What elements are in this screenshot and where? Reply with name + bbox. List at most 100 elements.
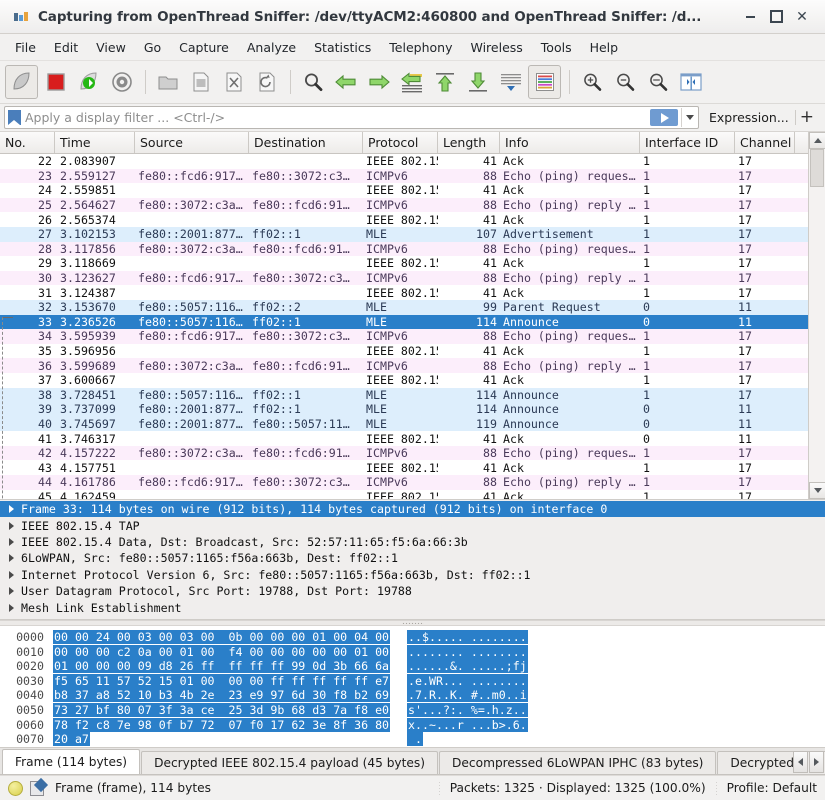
menu-tools[interactable]: Tools (532, 37, 581, 58)
packet-detail-row[interactable]: Internet Protocol Version 6, Src: fe80::… (0, 567, 825, 583)
save-file-button[interactable] (185, 66, 216, 98)
hex-dump-row[interactable]: 000000 00 24 00 03 00 03 00 0b 00 00 00 … (0, 630, 825, 645)
menu-wireless[interactable]: Wireless (461, 37, 531, 58)
minimize-button[interactable] (737, 6, 763, 28)
go-to-packet-button[interactable] (396, 66, 427, 98)
scroll-down-button[interactable] (809, 482, 825, 499)
packet-list-row[interactable]: 333.236526fe80::5057:116…ff02::1MLE114An… (0, 315, 825, 330)
menu-statistics[interactable]: Statistics (305, 37, 380, 58)
column-header-source[interactable]: Source (135, 132, 249, 153)
packet-list-row[interactable]: 303.123627fe80::fcd6:917…fe80::3072:c3…I… (0, 271, 825, 286)
hex-dump-row[interactable]: 001000 00 00 c2 0a 00 01 00 f4 00 00 00 … (0, 645, 825, 660)
zoom-in-button[interactable] (576, 66, 607, 98)
expand-triangle-icon[interactable] (9, 604, 14, 612)
resize-columns-button[interactable] (675, 66, 706, 98)
bytes-tab[interactable]: Decompressed 6LoWPAN IPHC (83 bytes) (439, 751, 716, 774)
packet-list-row[interactable]: 363.599689fe80::3072:c3a…fe80::fcd6:91…I… (0, 358, 825, 373)
open-file-button[interactable] (152, 66, 183, 98)
filter-history-dropdown[interactable] (681, 108, 698, 127)
menu-edit[interactable]: Edit (45, 37, 87, 58)
packet-list-row[interactable]: 313.124387IEEE 802.15.441Ack117 (0, 285, 825, 300)
maximize-button[interactable] (763, 6, 789, 28)
packet-list-row[interactable]: 413.746317IEEE 802.15.441Ack011 (0, 431, 825, 446)
packet-list-row[interactable]: 242.559851IEEE 802.15.441Ack117 (0, 183, 825, 198)
reload-file-button[interactable] (251, 66, 282, 98)
packet-list-row[interactable]: 283.117856fe80::3072:c3a…fe80::fcd6:91…I… (0, 242, 825, 257)
packet-list-row[interactable]: 252.564627fe80::3072:c3a…fe80::fcd6:91…I… (0, 198, 825, 213)
apply-filter-button[interactable] (650, 109, 678, 126)
column-header-interface-id[interactable]: Interface ID (640, 132, 735, 153)
packet-list-row[interactable]: 273.102153fe80::2001:877…ff02::1MLE107Ad… (0, 227, 825, 242)
close-button[interactable]: ✕ (789, 6, 815, 28)
packet-list-row[interactable]: 383.728451fe80::5057:116…ff02::1MLE114An… (0, 388, 825, 403)
tab-scroll-right-button[interactable] (809, 751, 824, 773)
restart-capture-button[interactable] (73, 66, 104, 98)
menu-help[interactable]: Help (581, 37, 628, 58)
packet-detail-row[interactable]: IEEE 802.15.4 TAP (0, 517, 825, 533)
packet-list-row[interactable]: 353.596956IEEE 802.15.441Ack117 (0, 344, 825, 359)
expand-triangle-icon[interactable] (9, 538, 14, 546)
packet-list-row[interactable]: 393.737099fe80::2001:877…ff02::1MLE114An… (0, 402, 825, 417)
bytes-tab[interactable]: Decrypted IEEE 802.15.4 payload (45 byte… (141, 751, 438, 774)
menu-capture[interactable]: Capture (170, 37, 238, 58)
stop-capture-button[interactable] (40, 66, 71, 98)
packet-list-row[interactable]: 293.118669IEEE 802.15.441Ack117 (0, 256, 825, 271)
packet-list-row[interactable]: 323.153670fe80::5057:116…ff02::2MLE99Par… (0, 300, 825, 315)
expand-triangle-icon[interactable] (9, 554, 14, 562)
packet-detail-row[interactable]: User Datagram Protocol, Src Port: 19788,… (0, 583, 825, 599)
close-file-button[interactable] (218, 66, 249, 98)
packet-list-row[interactable]: 232.559127fe80::fcd6:917…fe80::3072:c3…I… (0, 169, 825, 184)
colorize-packets-button[interactable] (528, 65, 561, 99)
packet-list-row[interactable]: 343.595939fe80::fcd6:917…fe80::3072:c3…I… (0, 329, 825, 344)
column-header-info[interactable]: Info (500, 132, 640, 153)
packet-list-row[interactable]: 262.565374IEEE 802.15.441Ack117 (0, 212, 825, 227)
menu-go[interactable]: Go (135, 37, 170, 58)
zoom-reset-button[interactable] (642, 66, 673, 98)
packet-list-row[interactable]: 403.745697fe80::2001:877…fe80::5057:11…M… (0, 417, 825, 432)
packet-list-row[interactable]: 434.157751IEEE 802.15.441Ack117 (0, 460, 825, 475)
hex-dump-row[interactable]: 007020 a7 . (0, 732, 825, 747)
scroll-up-button[interactable] (809, 132, 825, 149)
capture-file-properties-icon[interactable] (30, 781, 44, 796)
packet-detail-row[interactable]: Mesh Link Establishment (0, 599, 825, 615)
go-back-button[interactable] (330, 66, 361, 98)
start-capture-button[interactable] (5, 65, 38, 99)
display-filter-box[interactable] (4, 106, 699, 129)
packet-list-row[interactable]: 222.083907IEEE 802.15.441Ack117 (0, 154, 825, 169)
auto-scroll-button[interactable] (495, 66, 526, 98)
column-header-time[interactable]: Time (55, 132, 135, 153)
tab-scroll-left-button[interactable] (793, 751, 808, 773)
packet-list-row[interactable]: 424.157222fe80::3072:c3a…fe80::fcd6:91…I… (0, 446, 825, 461)
scrollbar-track[interactable] (809, 149, 825, 482)
menu-telephony[interactable]: Telephony (380, 37, 461, 58)
column-header-destination[interactable]: Destination (249, 132, 363, 153)
packet-detail-row[interactable]: Frame 33: 114 bytes on wire (912 bits), … (0, 501, 825, 517)
column-header-length[interactable]: Length (438, 132, 500, 153)
capture-options-button[interactable] (106, 66, 137, 98)
packet-list-row[interactable]: 373.600667IEEE 802.15.441Ack117 (0, 373, 825, 388)
hex-dump-row[interactable]: 0040b8 37 a8 52 10 b3 4b 2e 23 e9 97 6d … (0, 688, 825, 703)
column-header-protocol[interactable]: Protocol (363, 132, 438, 153)
go-forward-button[interactable] (363, 66, 394, 98)
zoom-out-button[interactable] (609, 66, 640, 98)
packet-detail-row[interactable]: IEEE 802.15.4 Data, Dst: Broadcast, Src:… (0, 534, 825, 550)
find-packet-button[interactable] (297, 66, 328, 98)
filter-bookmark-icon[interactable] (8, 110, 21, 125)
bytes-tab[interactable]: Frame (114 bytes) (2, 749, 140, 774)
go-to-last-packet-button[interactable] (462, 66, 493, 98)
go-to-first-packet-button[interactable] (429, 66, 460, 98)
column-header-channel[interactable]: Channel (735, 132, 795, 153)
packet-list-row[interactable]: 444.161786fe80::fcd6:917…fe80::3072:c3…I… (0, 475, 825, 490)
expand-triangle-icon[interactable] (9, 571, 14, 579)
expand-triangle-icon[interactable] (9, 505, 14, 513)
packet-list-scrollbar[interactable] (808, 132, 825, 499)
menu-file[interactable]: File (6, 37, 45, 58)
expand-triangle-icon[interactable] (9, 522, 14, 530)
display-filter-input[interactable] (25, 110, 650, 125)
menu-analyze[interactable]: Analyze (238, 37, 305, 58)
packet-detail-row[interactable]: 6LoWPAN, Src: fe80::5057:1165:f56a:663b,… (0, 550, 825, 566)
hex-dump-row[interactable]: 005073 27 bf 80 07 3f 3a ce 25 3d 9b 68 … (0, 703, 825, 718)
filter-expression-button[interactable]: Expression... (703, 110, 795, 125)
expand-triangle-icon[interactable] (9, 587, 14, 595)
packet-list-row[interactable]: 454.162459IEEE 802.15.441Ack117 (0, 490, 825, 499)
